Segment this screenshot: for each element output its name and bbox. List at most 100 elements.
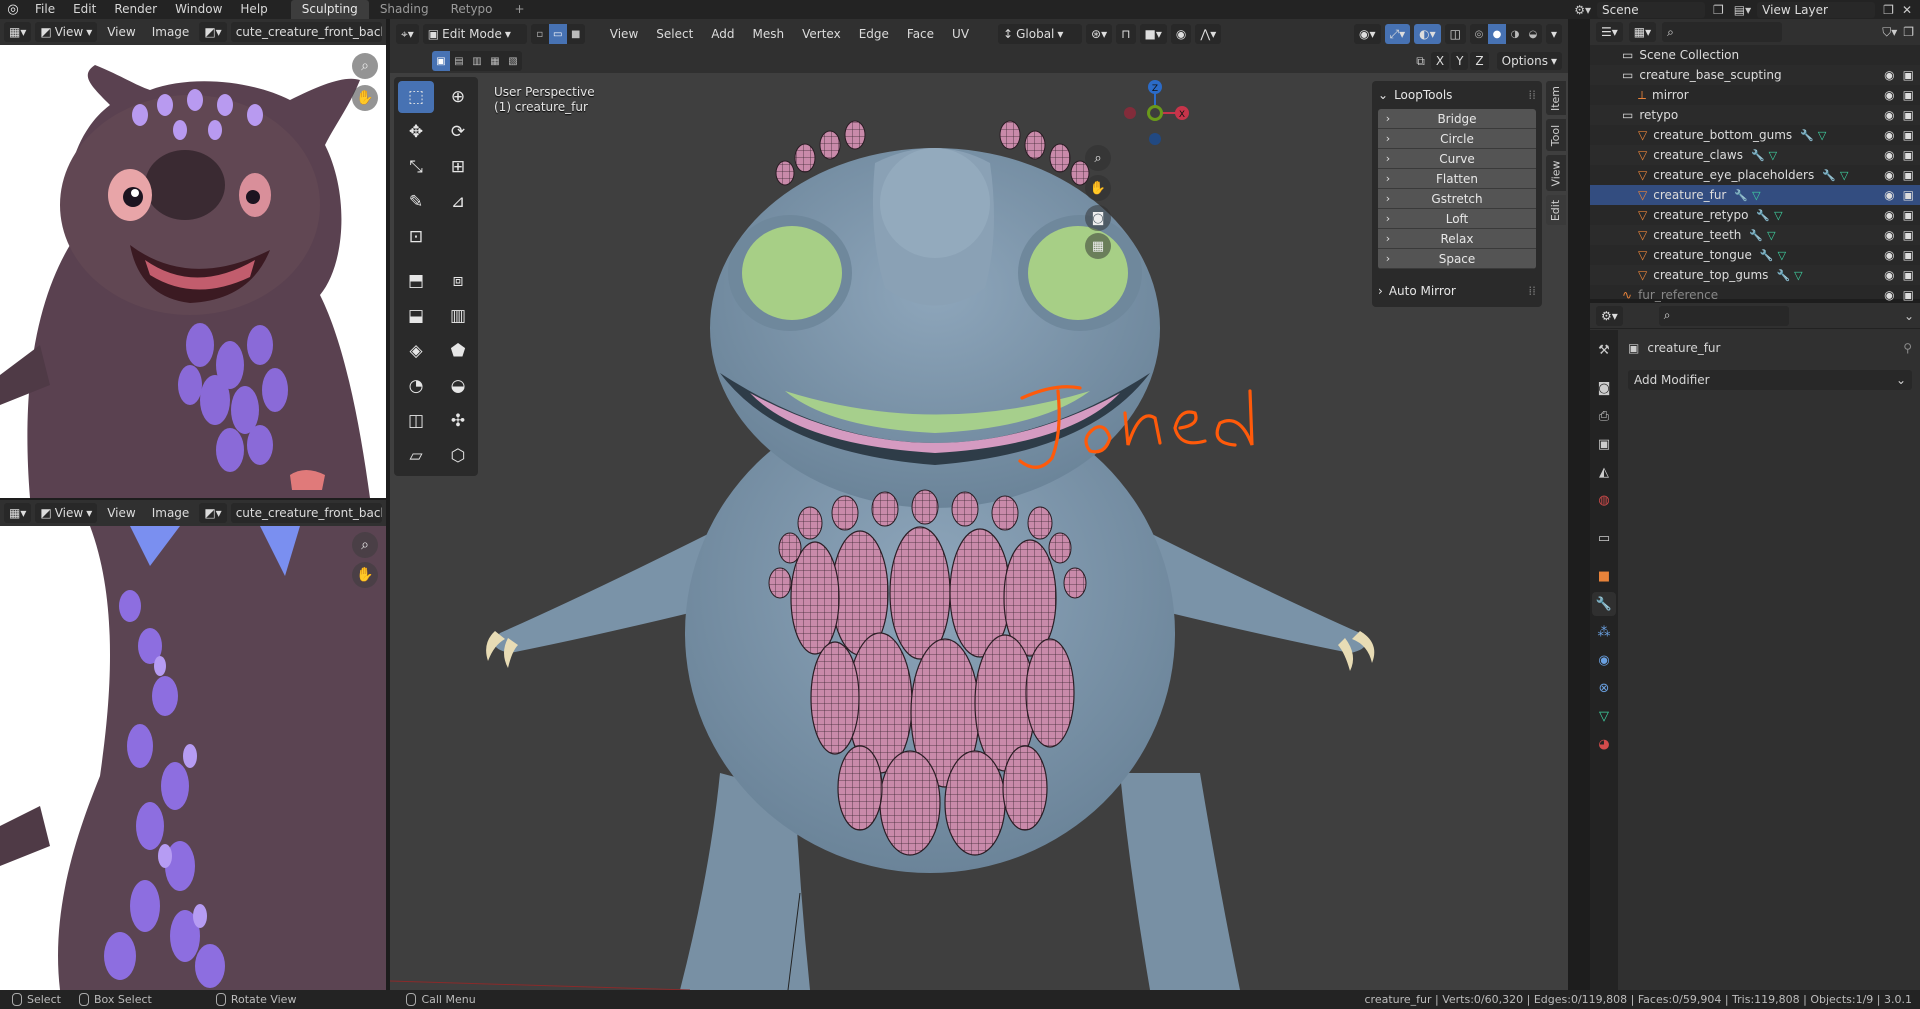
- select-new-icon[interactable]: ▣: [432, 51, 450, 71]
- inset-tool-icon[interactable]: ⧈: [440, 265, 476, 297]
- render-camera-icon[interactable]: ▣: [1903, 268, 1914, 282]
- rendered-shading-icon[interactable]: ◒: [1524, 24, 1542, 44]
- visibility-eye-icon[interactable]: ◉: [1884, 208, 1894, 222]
- menu-edge[interactable]: Edge: [852, 19, 896, 49]
- edge-select-icon[interactable]: ▭: [548, 24, 567, 44]
- visibility-dropdown[interactable]: ◉▾: [1354, 24, 1381, 44]
- add-modifier-dropdown[interactable]: Add Modifier ⌄: [1628, 370, 1912, 390]
- render-camera-icon[interactable]: ▣: [1903, 128, 1914, 142]
- outliner-row[interactable]: ▭ Scene Collection: [1590, 45, 1920, 65]
- view-layer-selector[interactable]: View Layer: [1757, 1, 1876, 18]
- cursor-tool-icon[interactable]: ⊕: [440, 81, 476, 113]
- outliner-row[interactable]: ▽ creature_teeth 🔧 ▽ ◉ ▣: [1590, 225, 1920, 245]
- add-cube-tool-icon[interactable]: ⊡: [398, 221, 434, 253]
- modifier-icon[interactable]: 🔧: [1749, 229, 1763, 242]
- zoom-icon[interactable]: ⌕: [352, 532, 378, 558]
- options-dropdown[interactable]: Options ▾: [1496, 52, 1562, 70]
- bevel-tool-icon[interactable]: ⬓: [398, 300, 434, 332]
- visibility-eye-icon[interactable]: ◉: [1884, 128, 1894, 142]
- data-properties-icon[interactable]: ▽: [1592, 704, 1616, 728]
- camera-icon[interactable]: ◙: [1085, 205, 1111, 231]
- tab-tool[interactable]: Tool: [1546, 119, 1566, 151]
- poly-build-tool-icon[interactable]: ⬟: [440, 335, 476, 367]
- select-subtract-icon[interactable]: ▥: [468, 51, 486, 71]
- pan-hand-icon[interactable]: ✋: [1085, 175, 1111, 201]
- xray-toggle-icon[interactable]: ◫: [1444, 24, 1466, 44]
- select-intersect-icon[interactable]: ▧: [504, 51, 522, 71]
- visibility-eye-icon[interactable]: ◉: [1884, 268, 1894, 282]
- world-properties-icon[interactable]: ◍: [1592, 488, 1616, 512]
- loop-cut-tool-icon[interactable]: ▥: [440, 300, 476, 332]
- auto-mirror-panel-header[interactable]: › Auto Mirror ⁞⁞: [1378, 281, 1536, 301]
- collection-properties-icon[interactable]: ▭: [1592, 526, 1616, 550]
- outliner-row[interactable]: ∿ fur_reference ◉ ▣: [1590, 285, 1920, 305]
- looptools-gstretch-button[interactable]: › Gstretch: [1378, 189, 1536, 209]
- measure-tool-icon[interactable]: ⊿: [440, 186, 476, 218]
- zoom-icon[interactable]: ⌕: [1085, 145, 1111, 171]
- render-camera-icon[interactable]: ▣: [1903, 208, 1914, 222]
- render-properties-icon[interactable]: ◙: [1592, 376, 1616, 400]
- shear-tool-icon[interactable]: ▱: [398, 440, 434, 472]
- mesh-data-icon[interactable]: ▽: [1840, 169, 1848, 182]
- smooth-tool-icon[interactable]: ◒: [440, 370, 476, 402]
- menu-render[interactable]: Render: [105, 0, 166, 19]
- render-camera-icon[interactable]: ▣: [1903, 248, 1914, 262]
- add-workspace-button[interactable]: +: [504, 0, 536, 19]
- edge-slide-tool-icon[interactable]: ◫: [398, 405, 434, 437]
- tool-settings-icon[interactable]: ⚒: [1592, 338, 1616, 362]
- rip-region-tool-icon[interactable]: ⬡: [440, 440, 476, 472]
- outliner-row[interactable]: ▭ retypo ◉ ▣: [1590, 105, 1920, 125]
- shading-options-dropdown[interactable]: ▾: [1545, 24, 1562, 44]
- render-camera-icon[interactable]: ▣: [1903, 168, 1914, 182]
- render-camera-icon[interactable]: ▣: [1903, 88, 1914, 102]
- menu-face[interactable]: Face: [900, 19, 941, 49]
- mesh-data-icon[interactable]: ▽: [1752, 189, 1760, 202]
- mirror-x-toggle[interactable]: X: [1430, 52, 1450, 70]
- looptools-flatten-button[interactable]: › Flatten: [1378, 169, 1536, 189]
- modifier-icon[interactable]: 🔧: [1760, 249, 1774, 262]
- visibility-eye-icon[interactable]: ◉: [1884, 88, 1894, 102]
- looptools-space-button[interactable]: › Space: [1378, 249, 1536, 269]
- render-camera-icon[interactable]: ▣: [1903, 148, 1914, 162]
- shrink-fatten-tool-icon[interactable]: ✣: [440, 405, 476, 437]
- mirror-icon[interactable]: ⧉: [1416, 54, 1425, 69]
- drag-handle-icon[interactable]: ⁞⁞: [1528, 284, 1536, 298]
- looptools-relax-button[interactable]: › Relax: [1378, 229, 1536, 249]
- visibility-eye-icon[interactable]: ◉: [1884, 288, 1894, 302]
- proportional-edit-icon[interactable]: ◉: [1170, 24, 1192, 44]
- visibility-eye-icon[interactable]: ◉: [1884, 148, 1894, 162]
- menu-select[interactable]: Select: [649, 19, 700, 49]
- new-view-layer-icon[interactable]: ❐: [1883, 3, 1894, 17]
- menu-file[interactable]: File: [26, 0, 64, 19]
- menu-view[interactable]: View: [101, 22, 141, 42]
- viewport-canvas[interactable]: ⬚ ⊕ ✥ ⟳ ⤡ ⊞ ✎ ⊿ ⊡ ⬒ ⧈ ⬓ ▥ ◈ ⬟ ◔ ◒ ◫ ✣ ▱ …: [390, 73, 1568, 990]
- menu-image[interactable]: Image: [146, 22, 196, 42]
- tab-item[interactable]: Item: [1546, 81, 1566, 115]
- constraint-properties-icon[interactable]: ⊗: [1592, 676, 1616, 700]
- visibility-eye-icon[interactable]: ◉: [1884, 188, 1894, 202]
- modifier-properties-icon[interactable]: 🔧: [1592, 592, 1616, 616]
- tab-retypo[interactable]: Retypo: [440, 0, 504, 19]
- navigation-gizmo[interactable]: Z X: [1110, 79, 1210, 169]
- mesh-data-icon[interactable]: ▽: [1794, 269, 1802, 282]
- blender-logo-icon[interactable]: ◎: [0, 2, 26, 17]
- outliner-row[interactable]: ▽ creature_tongue 🔧 ▽ ◉ ▣: [1590, 245, 1920, 265]
- menu-view[interactable]: View: [101, 503, 141, 523]
- modifier-icon[interactable]: 🔧: [1756, 209, 1770, 222]
- editor-type-button[interactable]: ⌖▾: [396, 24, 419, 44]
- material-shading-icon[interactable]: ◑: [1506, 24, 1524, 44]
- image-browse-button[interactable]: ◩▾: [199, 22, 227, 42]
- modifier-icon[interactable]: 🔧: [1734, 189, 1748, 202]
- outliner-row[interactable]: ▽ creature_fur 🔧 ▽ ◉ ▣: [1590, 185, 1920, 205]
- scene-icon[interactable]: ⚙▾: [1574, 3, 1591, 17]
- menu-window[interactable]: Window: [166, 0, 231, 19]
- vertex-select-icon[interactable]: ▫: [531, 24, 549, 44]
- zoom-icon[interactable]: ⌕: [352, 53, 378, 79]
- view-layer-properties-icon[interactable]: ▣: [1592, 432, 1616, 456]
- looptools-circle-button[interactable]: › Circle: [1378, 129, 1536, 149]
- pan-hand-icon[interactable]: ✋: [352, 562, 378, 588]
- visibility-eye-icon[interactable]: ◉: [1884, 248, 1894, 262]
- face-select-icon[interactable]: ■: [567, 24, 585, 44]
- physics-properties-icon[interactable]: ◉: [1592, 648, 1616, 672]
- editor-type-button[interactable]: ▦▾: [4, 22, 32, 42]
